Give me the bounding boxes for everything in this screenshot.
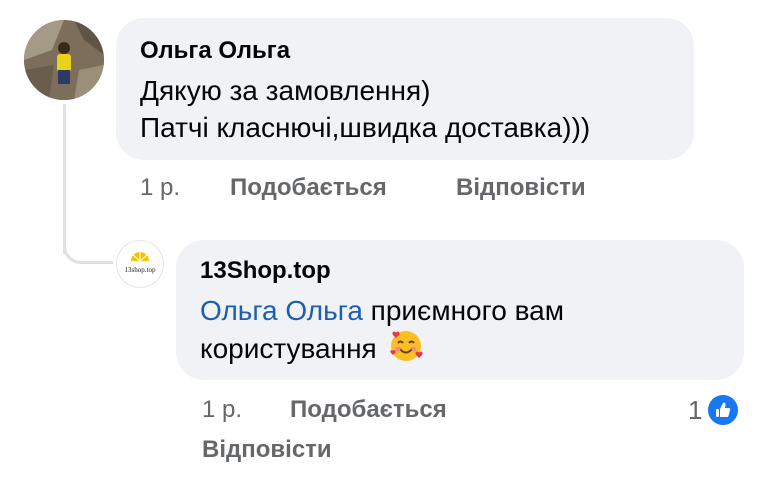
- like-button[interactable]: Подобається: [290, 396, 447, 424]
- smiling-face-with-hearts-icon: [389, 329, 423, 372]
- reply-text-line: користування: [200, 329, 720, 372]
- reply-text: Ольга Ольга приємного вам користування: [200, 292, 720, 372]
- reply-text-line: Ольга Ольга приємного вам: [200, 292, 720, 329]
- thread-connector-line: [63, 104, 66, 254]
- comment-timestamp[interactable]: 1 р.: [140, 174, 180, 202]
- reply-author[interactable]: 13Shop.top: [200, 256, 720, 286]
- thread-connector-curve: [63, 240, 113, 264]
- reply-actions: 1 р. Подобається Відповісти: [202, 396, 682, 468]
- user-photo-avatar-icon: [24, 20, 104, 100]
- reply-timestamp[interactable]: 1 р.: [202, 396, 242, 424]
- shop-logo-icon: 13shop.top: [117, 241, 163, 287]
- comment-text-line: Патчі класнючі,швидка доставка))): [140, 112, 591, 143]
- comment-bubble: Ольга Ольга Дякую за замовлення) Патчі к…: [116, 18, 694, 160]
- avatar[interactable]: 13shop.top: [116, 240, 164, 288]
- shop-logo-text: 13shop.top: [125, 266, 156, 274]
- comment-text: Дякую за замовлення) Патчі класнючі,швид…: [140, 72, 670, 146]
- reaction-summary[interactable]: 1: [688, 393, 741, 427]
- reply-button[interactable]: Відповісти: [456, 174, 586, 202]
- comment-text-line: Дякую за замовлення): [140, 75, 431, 106]
- reply-text-fragment: користування: [200, 332, 377, 364]
- reply-bubble: 13Shop.top Ольга Ольга приємного вам кор…: [176, 240, 744, 380]
- reply-button[interactable]: Відповісти: [202, 436, 332, 464]
- avatar[interactable]: [24, 20, 104, 100]
- reply-text-fragment: приємного вам: [362, 295, 564, 326]
- reaction-count: 1: [688, 394, 703, 425]
- like-icon: [706, 393, 741, 427]
- comment-actions: 1 р. Подобається Відповісти: [140, 174, 660, 206]
- mention-link[interactable]: Ольга Ольга: [200, 295, 363, 326]
- like-button[interactable]: Подобається: [230, 174, 387, 202]
- comment-author[interactable]: Ольга Ольга: [140, 36, 670, 66]
